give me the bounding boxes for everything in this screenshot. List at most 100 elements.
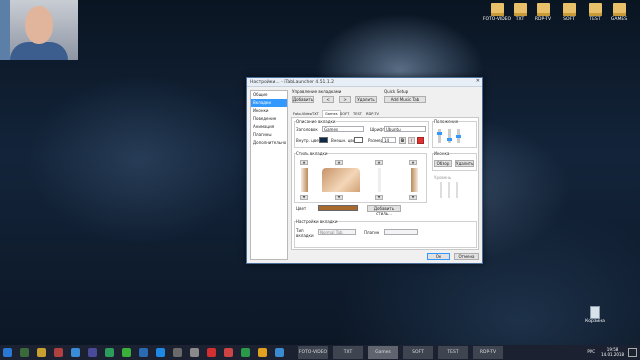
cancel-button[interactable]: Отмена [454, 253, 479, 260]
arrow-up-icon[interactable]: ▲ [335, 160, 343, 165]
app-icon[interactable] [241, 348, 250, 357]
start-icon[interactable] [3, 348, 12, 357]
app-icon[interactable] [105, 348, 114, 357]
inner-color-swatch[interactable] [319, 137, 328, 143]
font-select[interactable]: Ubuntu [384, 126, 426, 132]
nav-item-general[interactable]: Общие [251, 91, 287, 99]
nav-item-animation[interactable]: Анимация [251, 123, 287, 131]
dialog-titlebar[interactable]: Настройки... - iTabLauncher 4.51.1.2 ✕ [247, 78, 482, 87]
desktop-folder-games[interactable]: GAMES [602, 3, 636, 25]
app-icon[interactable] [20, 348, 29, 357]
webcam-background [0, 0, 10, 60]
taskbar-tab-rdp-tv[interactable]: RDP-TV [473, 346, 503, 359]
skype-icon[interactable] [156, 348, 165, 357]
app-icon[interactable] [37, 348, 46, 357]
arrow-down-icon[interactable]: ▼ [335, 195, 343, 200]
nav-item-tabs[interactable]: Вкладки [251, 99, 287, 107]
tab-settings-label: Настройки вкладки [296, 219, 338, 224]
webcam-overlay [0, 0, 78, 60]
vivaldi-icon[interactable] [207, 348, 216, 357]
taskbar-tab-test[interactable]: TEST [438, 346, 468, 359]
font-label: Шрифт [370, 127, 386, 132]
app-icon[interactable] [88, 348, 97, 357]
recycle-bin[interactable]: Корзина [584, 306, 606, 324]
taskbar-tab-soft[interactable]: SOFT [403, 346, 433, 359]
app-icon[interactable] [139, 348, 148, 357]
align-label: Уровень [434, 175, 452, 180]
arrow-down-icon[interactable]: ▼ [300, 195, 308, 200]
taskbar-tab-foto-video[interactable]: FOTO-VIDEO [298, 346, 328, 359]
app-icon[interactable] [275, 348, 284, 357]
italic-button[interactable]: I [408, 137, 415, 144]
system-clock[interactable]: 19:58 14.01.2018 [601, 347, 624, 357]
style-preview-right[interactable] [411, 168, 418, 192]
manage-tabs-label: Управление вкладками [292, 89, 342, 94]
bold-button[interactable]: B [399, 137, 406, 144]
align-slider[interactable] [440, 182, 442, 198]
align-slider[interactable] [456, 182, 458, 198]
nav-item-icons[interactable]: Иконки [251, 107, 287, 115]
arrow-up-icon[interactable]: ▲ [300, 160, 308, 165]
ok-button[interactable]: Ок [427, 253, 450, 260]
style-group-label: Стиль вкладки [296, 151, 328, 156]
arrow-up-icon[interactable]: ▲ [375, 160, 383, 165]
nav-item-behavior[interactable]: Поведение [251, 115, 287, 123]
language-indicator[interactable]: РУС [587, 349, 595, 354]
taskbar-tab-games[interactable]: Games [368, 346, 398, 359]
color-button[interactable] [417, 137, 424, 144]
style-preview-center[interactable] [322, 168, 360, 192]
align-slider[interactable] [448, 182, 450, 198]
size-input[interactable]: 14 [382, 137, 396, 143]
taskbar-tab-txt[interactable]: TXT [333, 346, 363, 359]
add-tab-button[interactable]: Добавить [292, 96, 314, 103]
outer-color-swatch[interactable] [354, 137, 363, 143]
slider-thumb[interactable] [456, 135, 461, 138]
nav-item-plugins[interactable]: Плагины [251, 131, 287, 139]
settings-nav: Общие Вкладки Иконки Поведение Анимация … [250, 90, 288, 260]
plugin-select[interactable] [384, 229, 418, 235]
app-icon[interactable] [173, 348, 182, 357]
recycle-bin-icon [590, 306, 600, 319]
app-icon[interactable] [224, 348, 233, 357]
style-preview-left[interactable] [301, 168, 308, 192]
tab-color-swatch[interactable] [318, 205, 358, 211]
title-label: Заголовок [296, 127, 318, 132]
delete-icon-button[interactable]: Удалить [455, 160, 474, 167]
app-icon[interactable] [258, 348, 267, 357]
arrow-down-icon[interactable]: ▼ [375, 195, 383, 200]
title-input[interactable]: Games [322, 126, 364, 132]
app-icon[interactable] [54, 348, 63, 357]
tab-type-select[interactable]: Normal Tab [318, 229, 356, 235]
slider-thumb[interactable] [447, 138, 452, 141]
quick-setup-label: Quick Setup [384, 89, 409, 94]
folder-icon [612, 3, 626, 16]
tab-type-label: Тип вкладки [296, 228, 314, 238]
add-music-tab-button[interactable]: Add Music Tab [384, 96, 426, 103]
position-label: Положение [434, 119, 459, 124]
app-icon[interactable] [71, 348, 80, 357]
arrow-up-icon[interactable]: ▲ [409, 160, 417, 165]
arrow-down-icon[interactable]: ▼ [409, 195, 417, 200]
move-left-button[interactable]: < [322, 96, 334, 103]
tab-settings-panel: Описание вкладки Заголовок Games Шрифт U… [291, 117, 479, 250]
nav-item-advanced[interactable]: Дополнительно [251, 139, 287, 147]
slider-thumb[interactable] [437, 132, 442, 135]
delete-tab-button[interactable]: Удалить [355, 96, 377, 103]
folder-icon [513, 3, 527, 16]
webcam-person-face [25, 6, 53, 44]
whatsapp-icon[interactable] [122, 348, 131, 357]
add-style-button[interactable]: Добавить стиль... [367, 205, 401, 216]
browse-icon-button[interactable]: Обзор [434, 160, 452, 167]
folder-icon [562, 3, 576, 16]
color-label: Цвет [296, 206, 307, 211]
notification-icon[interactable] [628, 348, 637, 357]
move-right-button[interactable]: > [339, 96, 351, 103]
folder-icon [536, 3, 550, 16]
folder-icon [588, 3, 602, 16]
app-icon[interactable] [190, 348, 199, 357]
taskbar: FOTO-VIDEO TXT Games SOFT TEST RDP-TV РУ… [0, 345, 640, 360]
description-group-label: Описание вкладки [296, 119, 336, 124]
close-icon[interactable]: ✕ [476, 79, 480, 84]
style-preview-middle[interactable] [378, 168, 381, 192]
icon-group-label: Иконка [434, 151, 450, 156]
